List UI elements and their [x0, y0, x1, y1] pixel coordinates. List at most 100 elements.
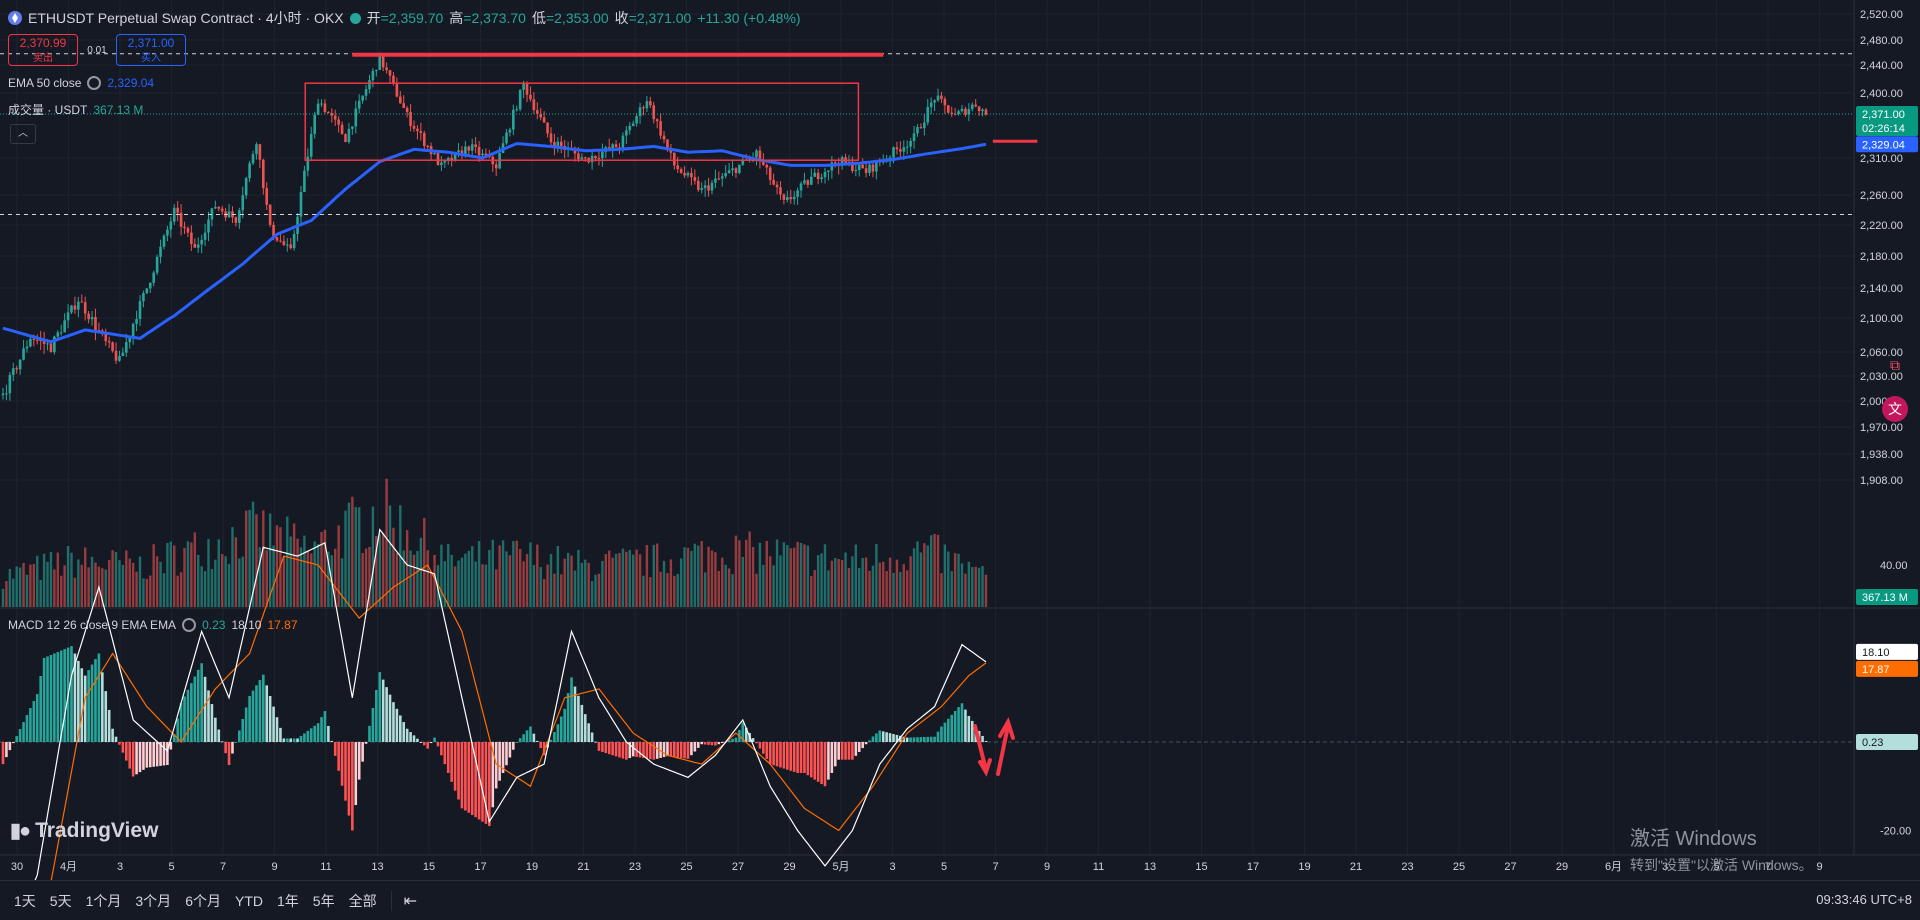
tradingview-logo[interactable]: ▮● TradingView: [10, 818, 158, 843]
indicator-settings-icon[interactable]: [182, 618, 197, 632]
volume-bar: [594, 574, 597, 607]
macd-hist-bar: [570, 677, 573, 742]
volume-bar: [166, 542, 169, 607]
volume-bar: [169, 541, 173, 607]
volume-bar: [73, 577, 77, 607]
volume-bar: [447, 544, 450, 607]
volume-bar: [491, 539, 494, 607]
volume-bar: [142, 578, 145, 607]
candle-body: [8, 374, 12, 394]
volume-badge-text: 367.13 M: [1862, 592, 1908, 604]
candle-body: [703, 185, 707, 189]
up-arrow-annotation: [996, 717, 1015, 776]
macd-hist-bar: [601, 742, 604, 752]
camera-icon[interactable]: ⧉: [1882, 352, 1908, 378]
candle-body: [333, 115, 337, 120]
symbol-title[interactable]: ETHUSDT Perpetual Swap Contract · 4小时 · …: [28, 8, 344, 28]
tradingview-name: TradingView: [35, 818, 159, 842]
range-3m[interactable]: 3个月: [135, 891, 171, 911]
ema-legend[interactable]: EMA 50 close 2,329.04: [8, 76, 154, 90]
candle-body: [200, 239, 203, 245]
range-6m[interactable]: 6个月: [185, 891, 221, 911]
volume-bar: [8, 568, 12, 607]
candle-body: [145, 288, 149, 294]
range-1d[interactable]: 1天: [14, 891, 36, 911]
indicator-settings-icon[interactable]: [87, 76, 102, 90]
range-all[interactable]: 全部: [349, 891, 377, 911]
buy-button[interactable]: 2,371.00 买入: [116, 34, 186, 66]
calendar-range-icon[interactable]: ⇤: [404, 891, 417, 911]
volume-bar: [416, 550, 419, 607]
volume-bar: [563, 558, 566, 607]
macd-hist-bar: [518, 738, 522, 742]
volume-bar: [762, 564, 765, 607]
volume-legend[interactable]: 成交量 · USDT 367.13 M: [8, 101, 143, 118]
macd-hist-bar: [364, 742, 368, 744]
volume-bar: [60, 575, 63, 607]
time-tick-label: 5月: [832, 861, 849, 873]
macd-hist-bar: [498, 742, 501, 781]
sell-button[interactable]: 2,370.99 卖出: [8, 34, 78, 66]
volume-bar: [614, 553, 618, 607]
time-tick-label: 13: [1144, 861, 1156, 873]
candle-body: [46, 343, 49, 345]
volume-bar: [159, 561, 162, 607]
volume-bar: [15, 566, 18, 607]
volume-bar: [964, 573, 967, 607]
chart-canvas[interactable]: 2,520.00 2,480.00 2,440.00 2,400.00 2,310.00…: [0, 0, 1920, 880]
volume-bar: [820, 553, 823, 607]
macd-hist-bar: [710, 742, 714, 746]
volume-bar: [138, 556, 142, 607]
candle-body: [686, 172, 690, 176]
candle-body: [186, 228, 190, 233]
range-5d[interactable]: 5天: [50, 891, 72, 911]
macd-hist-bar: [443, 742, 447, 765]
volume-bar: [823, 544, 827, 607]
macd-hist-bar: [782, 742, 786, 769]
macd-hist-bar: [768, 742, 772, 765]
macd-hist-bar: [203, 676, 207, 742]
macd-hist-bar: [371, 707, 375, 742]
macd-hist-bar: [166, 742, 169, 766]
collapse-legend-button[interactable]: ︿: [10, 124, 36, 144]
volume-bar: [765, 540, 768, 607]
candle-body: [696, 180, 700, 190]
macd-hist-bar: [303, 733, 306, 742]
volume-bar: [721, 557, 724, 607]
volume-bar: [717, 571, 721, 607]
range-1y[interactable]: 1年: [277, 891, 299, 911]
candle-body: [810, 176, 813, 185]
volume-bar: [971, 567, 974, 607]
macd-hist-bar: [220, 741, 224, 743]
range-ytd[interactable]: YTD: [235, 893, 263, 909]
time-tick-label: 5: [168, 861, 174, 873]
volume-bar: [604, 554, 607, 607]
toolbar-divider: [390, 890, 392, 911]
macd-hist-bar: [833, 742, 837, 767]
macd-legend[interactable]: MACD 12 26 close 9 EMA EMA 0.23 18.10 17…: [8, 618, 298, 632]
time-tick-label: 7: [220, 861, 226, 873]
volume-bar: [926, 545, 929, 607]
macd-hist-bar: [868, 740, 871, 742]
range-5y[interactable]: 5年: [313, 891, 335, 911]
clock[interactable]: 09:33:46 UTC+8: [1816, 892, 1912, 907]
macd-hist-bar: [138, 742, 142, 773]
volume-bar: [111, 550, 114, 607]
volume-bar: [909, 556, 912, 607]
macd-hist-bar: [241, 718, 245, 742]
time-tick-label: 9: [1816, 861, 1822, 873]
volume-bar: [929, 535, 933, 607]
volume-bar: [803, 544, 806, 607]
volume-bar: [895, 559, 899, 607]
macd-hist-bar: [559, 716, 563, 742]
macd-hist-bar: [49, 654, 53, 742]
volume-bar: [899, 571, 902, 607]
candle-body: [375, 69, 378, 71]
sell-label: 卖出: [33, 53, 53, 64]
candle-body: [210, 208, 214, 220]
translate-icon[interactable]: 文: [1882, 396, 1908, 422]
macd-hist-bar: [912, 737, 916, 742]
volume-bar: [378, 533, 381, 607]
candle-body: [282, 241, 286, 245]
range-1m[interactable]: 1个月: [86, 891, 122, 911]
